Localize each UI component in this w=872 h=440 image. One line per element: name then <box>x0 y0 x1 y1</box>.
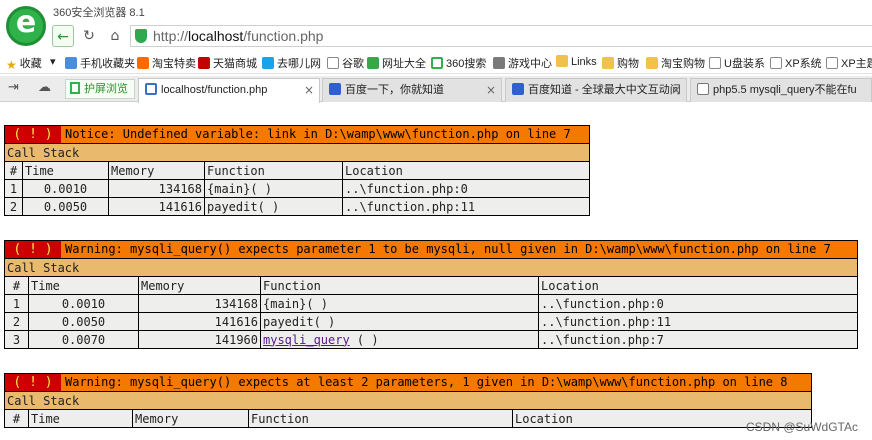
star-icon: ★ <box>6 58 17 72</box>
table-row: 1 0.0010 134168 {main}( ) ..\function.ph… <box>4 179 590 198</box>
bookmark-google[interactable]: 谷歌 <box>327 55 364 71</box>
bookmark-360-search[interactable]: 360搜索 <box>431 55 486 71</box>
bookmark-folder-shopping[interactable]: 购物 <box>602 55 639 71</box>
xdebug-error-warning-count: ( ! ) Warning: mysqli_query() expects at … <box>4 373 812 428</box>
folder-icon <box>646 57 658 69</box>
bookmark-tmall[interactable]: 天猫商城 <box>198 55 257 71</box>
home-button[interactable]: ⌂ <box>104 25 126 47</box>
tab-php-mysqli-question[interactable]: php5.5 mysqli_query不能在fu <box>690 78 872 102</box>
close-tab-icon[interactable]: × <box>304 79 314 101</box>
game-icon <box>493 57 505 69</box>
table-header-row: # Time Memory Function Location <box>4 161 590 180</box>
bookmark-qunar[interactable]: 去哪儿网 <box>262 55 321 71</box>
address-bar[interactable]: http://localhost/function.php <box>130 25 872 47</box>
sidebar-toggle-icon[interactable]: ⇥ <box>8 80 19 95</box>
security-shield-icon <box>135 29 147 43</box>
bookmark-folder-links[interactable]: Links <box>556 55 597 68</box>
function-doc-link[interactable]: mysqli_query <box>263 333 350 347</box>
cloud-icon[interactable]: ☁ <box>38 80 51 95</box>
page-icon <box>697 83 709 95</box>
call-stack-title: Call Stack <box>4 258 858 277</box>
taobao-icon <box>137 57 149 69</box>
title-bar: 360安全浏览器 8.1 <box>0 0 872 46</box>
phone-icon <box>65 57 77 69</box>
favorites-dropdown[interactable]: ▾ <box>50 55 56 68</box>
call-stack-title: Call Stack <box>4 391 812 410</box>
doc-icon <box>826 57 838 69</box>
folder-icon <box>556 55 568 67</box>
tab-localhost-function[interactable]: localhost/function.php × <box>138 78 320 103</box>
error-message: ( ! ) Warning: mysqli_query() expects at … <box>4 373 812 392</box>
error-badge: ( ! ) <box>5 374 61 391</box>
tab-baidu-home[interactable]: 百度一下，你就知道 × <box>322 78 502 102</box>
baidu-icon <box>512 83 524 95</box>
bookmark-xp-theme[interactable]: XP主题 <box>826 55 872 71</box>
close-tab-icon[interactable]: × <box>671 79 681 101</box>
baidu-icon <box>329 83 341 95</box>
360-icon <box>431 57 443 69</box>
app-title: 360安全浏览器 8.1 <box>53 7 145 19</box>
tab-baidu-zhidao[interactable]: 百度知道 - 全球最大中文互动问 × <box>505 78 687 102</box>
watermark: CSDN @SuWdGTAc <box>746 420 858 434</box>
table-row: 2 0.0050 141616 payedit( ) ..\function.p… <box>4 197 590 216</box>
xdebug-error-notice: ( ! ) Notice: Undefined variable: link in… <box>4 125 590 216</box>
table-row: 1 0.0010 134168 {main}( ) ..\function.ph… <box>4 294 858 313</box>
folder-icon <box>602 57 614 69</box>
call-stack-title: Call Stack <box>4 143 590 162</box>
error-badge: ( ! ) <box>5 126 61 143</box>
bookmarks-bar: ★ 收藏 ▾ 手机收藏夹 淘宝特卖 天猫商城 去哪儿网 谷歌 网址大全 360搜索… <box>0 52 872 74</box>
refresh-button[interactable]: ↻ <box>78 25 100 47</box>
bookmark-folder-taobao[interactable]: 淘宝购物 <box>646 55 705 71</box>
php-icon <box>145 83 157 95</box>
bookmark-favorites[interactable]: ★ 收藏 <box>6 55 42 71</box>
table-header-row: # Time Memory Function Location <box>4 276 858 295</box>
bookmark-xp-system[interactable]: XP系统 <box>770 55 822 71</box>
globe-icon <box>367 57 379 69</box>
split-screen-icon <box>70 82 80 94</box>
url-text[interactable]: http://localhost/function.php <box>153 28 323 44</box>
eye-care-mode-button[interactable]: 护屏浏览 <box>65 79 135 99</box>
bookmark-site-directory[interactable]: 网址大全 <box>367 55 426 71</box>
error-badge: ( ! ) <box>5 241 61 258</box>
qunar-icon <box>262 57 274 69</box>
back-button[interactable]: ← <box>52 25 74 47</box>
doc-icon <box>327 57 339 69</box>
bookmark-usb-install[interactable]: U盘装系 <box>709 55 765 71</box>
page-content: ( ! ) Notice: Undefined variable: link in… <box>0 103 872 440</box>
table-row: 2 0.0050 141616 payedit( ) ..\function.p… <box>4 312 858 331</box>
table-row: 3 0.0070 141960 mysqli_query ( ) ..\func… <box>4 330 858 349</box>
bookmark-game-center[interactable]: 游戏中心 <box>493 55 552 71</box>
xdebug-error-warning-param: ( ! ) Warning: mysqli_query() expects par… <box>4 240 858 349</box>
error-message: ( ! ) Warning: mysqli_query() expects par… <box>4 240 858 259</box>
doc-icon <box>770 57 782 69</box>
tmall-icon <box>198 57 210 69</box>
bookmark-taobao-sale[interactable]: 淘宝特卖 <box>137 55 196 71</box>
navigation-bar: ← ↻ ⌂ http://localhost/function.php <box>0 22 872 50</box>
close-tab-icon[interactable]: × <box>486 79 496 101</box>
doc-icon <box>709 57 721 69</box>
error-message: ( ! ) Notice: Undefined variable: link in… <box>4 125 590 144</box>
bookmark-phone-favorites[interactable]: 手机收藏夹 <box>65 55 135 71</box>
table-header-row: # Time Memory Function Location <box>4 409 812 428</box>
tab-bar: ⇥ ☁ 护屏浏览 localhost/function.php × 百度一下，你… <box>0 76 872 103</box>
